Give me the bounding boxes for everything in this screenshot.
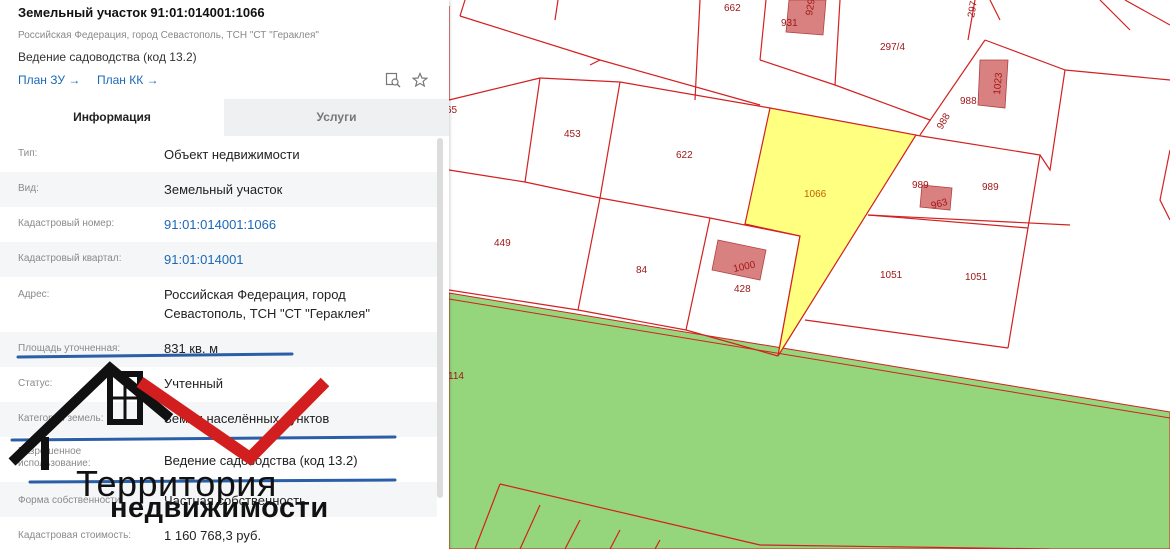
- row-category: Категория земель: Земли населённых пункт…: [0, 402, 437, 437]
- tab-services[interactable]: Услуги: [224, 99, 449, 136]
- row-key: Форма собственности:: [18, 495, 124, 506]
- row-address: Адрес: Российская Федерация, город Севас…: [0, 277, 437, 332]
- row-value: 1 160 768,3 руб.: [164, 528, 262, 543]
- row-value: Ведение садоводства (код 13.2): [164, 453, 358, 468]
- row-key: Кадастровый квартал:: [18, 253, 122, 264]
- parcel-label-449: 449: [494, 238, 511, 249]
- plan-zu-link[interactable]: План ЗУ →: [18, 73, 80, 87]
- row-value: Земельный участок: [164, 182, 283, 197]
- row-key: Статус:: [18, 378, 53, 389]
- row-value: Учтенный: [164, 376, 224, 391]
- row-value: 831 кв. м: [164, 341, 219, 356]
- panel-title: Земельный участок 91:01:014001:1066: [18, 5, 265, 20]
- cadastral-number-link[interactable]: 91:01:014001:1066: [164, 215, 424, 234]
- row-area: Площадь уточненная: 831 кв. м: [0, 332, 437, 367]
- parcel-label-84: 84: [636, 265, 648, 276]
- row-key: Площадь уточненная:: [18, 343, 121, 354]
- panel-address: Российская Федерация, город Севастополь,…: [18, 30, 319, 41]
- parcel-label-989: 989: [912, 180, 929, 191]
- parcel-label-1051b: 1051: [965, 272, 988, 283]
- row-value: Частная собственность: [164, 493, 306, 508]
- parcel-label-1023: 1023: [992, 72, 1005, 96]
- parcel-label-989b: 989: [982, 182, 999, 193]
- search-plan-icon[interactable]: [385, 72, 401, 88]
- row-value: Земли населённых пунктов: [164, 411, 330, 426]
- star-icon[interactable]: [411, 72, 429, 88]
- parcel-label-662: 662: [724, 3, 741, 14]
- parcel-label-428: 428: [734, 284, 751, 295]
- row-type: Тип: Объект недвижимости: [0, 137, 437, 172]
- parcel-label-114: 114: [448, 371, 464, 382]
- info-panel: Земельный участок 91:01:014001:1066 Росс…: [0, 0, 449, 549]
- panel-land-use: Ведение садоводства (код 13.2): [18, 50, 197, 64]
- row-key: Кадастровый номер:: [18, 218, 115, 229]
- row-status: Статус: Учтенный: [0, 367, 437, 402]
- row-key: Разрешенное использование:: [18, 446, 91, 469]
- parcel-label-988: 988: [960, 96, 977, 107]
- row-value: Объект недвижимости: [164, 147, 300, 162]
- parcel-label-453: 453: [564, 129, 581, 140]
- parcel-label-1066: 1066: [804, 189, 827, 200]
- row-key: Категория земель:: [18, 413, 104, 424]
- panel-tabs: Информация Услуги: [0, 99, 449, 136]
- cadastral-quarter-link[interactable]: 91:01:014001: [164, 250, 424, 269]
- row-key: Вид:: [18, 183, 39, 194]
- row-key: Адрес:: [18, 289, 50, 300]
- row-cadastral-quarter: Кадастровый квартал: 91:01:014001: [0, 242, 437, 277]
- parcel-label-1051: 1051: [880, 270, 903, 281]
- row-kind: Вид: Земельный участок: [0, 172, 437, 207]
- parcel-label-622: 622: [676, 150, 693, 161]
- panel-scrollbar[interactable]: [437, 138, 443, 498]
- parcel-label-297-4: 297/4: [880, 42, 905, 53]
- parcel-label-931: 931: [781, 18, 798, 29]
- row-cadastral-number: Кадастровый номер: 91:01:014001:1066: [0, 207, 437, 242]
- tab-info[interactable]: Информация: [0, 99, 224, 136]
- row-ownership: Форма собственности: Частная собственнос…: [0, 482, 437, 517]
- row-permitted-use: Разрешенное использование: Ведение садов…: [0, 437, 437, 482]
- row-value: Российская Федерация, город Севастополь,…: [164, 287, 370, 321]
- row-cadastral-value: Кадастровая стоимость: 1 160 768,3 руб.: [0, 517, 437, 549]
- plan-kk-link[interactable]: План КК →: [97, 73, 159, 87]
- row-key: Кадастровая стоимость:: [18, 530, 132, 541]
- row-key: Тип:: [18, 148, 38, 159]
